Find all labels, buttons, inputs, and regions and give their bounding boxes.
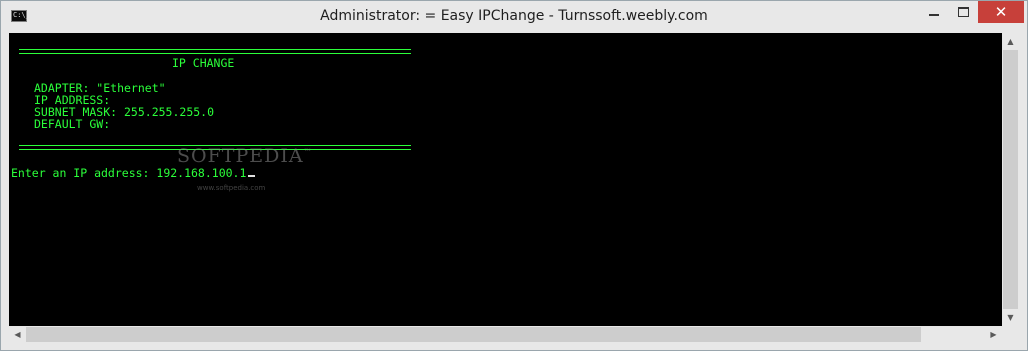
console-heading: IP CHANGE [172, 56, 235, 70]
minimize-icon [929, 14, 939, 16]
softpedia-watermark: SOFTPEDIA™ [177, 145, 313, 167]
close-icon: ✕ [994, 2, 1008, 21]
text-cursor [248, 175, 256, 177]
client-area: IP CHANGE ADAPTER: "Ethernet" IP ADDRESS… [9, 33, 1019, 343]
scroll-up-icon[interactable]: ▲ [1002, 33, 1019, 50]
maximize-icon [957, 7, 969, 17]
title-bar[interactable]: C:\_ Administrator: = Easy IPChange - Tu… [1, 1, 1027, 33]
vertical-scrollbar[interactable]: ▲ ▼ [1002, 33, 1019, 326]
prompt-text: Enter an IP address: 192.168.100.1 [11, 166, 247, 180]
console-output[interactable]: IP CHANGE ADAPTER: "Ethernet" IP ADDRESS… [9, 33, 1002, 326]
maximize-button[interactable] [949, 1, 977, 23]
close-button[interactable]: ✕ [978, 1, 1024, 23]
horizontal-scroll-thumb[interactable] [26, 327, 921, 342]
horizontal-scrollbar[interactable]: ◀ ▶ [9, 326, 1002, 343]
minimize-button[interactable] [919, 1, 949, 23]
top-separator [19, 49, 411, 54]
scroll-right-icon[interactable]: ▶ [985, 326, 1002, 343]
window-title: Administrator: = Easy IPChange - Turnsso… [320, 8, 708, 24]
watermark-url: www.softpedia.com [197, 184, 266, 192]
console-window: C:\_ Administrator: = Easy IPChange - Tu… [0, 0, 1028, 351]
default-gw-line: DEFAULT GW: [34, 117, 111, 131]
vertical-scroll-thumb[interactable] [1003, 50, 1018, 309]
watermark-text: SOFTPEDIA [177, 145, 304, 167]
scroll-left-icon[interactable]: ◀ [9, 326, 26, 343]
scroll-down-icon[interactable]: ▼ [1002, 309, 1019, 326]
watermark-trademark: ™ [303, 147, 313, 157]
input-prompt-line[interactable]: Enter an IP address: 192.168.100.1 [11, 166, 256, 180]
scrollbar-corner [1002, 326, 1019, 343]
